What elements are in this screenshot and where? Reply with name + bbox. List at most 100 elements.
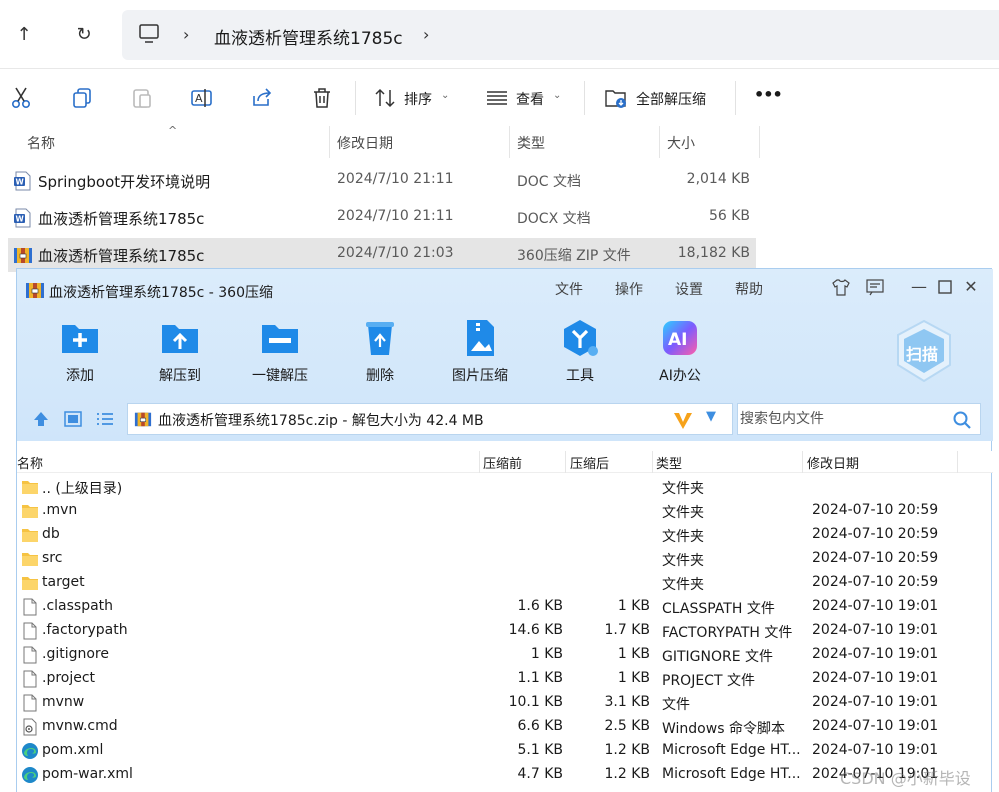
column-size[interactable]: 大小 bbox=[667, 133, 695, 153]
recycle-bin-icon bbox=[366, 322, 394, 355]
image-compress-button[interactable]: 图片压缩 bbox=[430, 317, 530, 387]
menu-help[interactable]: 帮助 bbox=[735, 279, 763, 299]
v-logo-icon[interactable] bbox=[672, 410, 694, 430]
entry-name: .classpath bbox=[42, 598, 114, 614]
extract-to-button[interactable]: 解压到 bbox=[130, 317, 230, 387]
column-name[interactable]: 名称 bbox=[27, 133, 55, 153]
search-input[interactable] bbox=[740, 408, 940, 430]
cut-icon[interactable] bbox=[10, 86, 34, 110]
menu-operation[interactable]: 操作 bbox=[615, 279, 643, 299]
entry-type: 文件夹 bbox=[662, 529, 704, 545]
menu-file[interactable]: 文件 bbox=[555, 279, 583, 299]
column-divider[interactable] bbox=[652, 451, 653, 473]
refresh-icon[interactable]: ↻ bbox=[73, 24, 95, 46]
entry-type: Microsoft Edge HT... bbox=[662, 766, 801, 782]
delete-icon[interactable] bbox=[310, 86, 334, 110]
sort-icon[interactable] bbox=[373, 86, 397, 110]
sort-button[interactable]: 排序 bbox=[404, 89, 432, 109]
column-modified[interactable]: 修改日期 bbox=[337, 133, 393, 153]
menu-settings[interactable]: 设置 bbox=[675, 279, 703, 299]
column-type[interactable]: 类型 bbox=[517, 133, 545, 153]
folder-icon bbox=[22, 577, 38, 590]
column-compressed[interactable]: 压缩后 bbox=[570, 453, 609, 472]
column-divider[interactable] bbox=[957, 451, 958, 473]
up-level-icon[interactable] bbox=[31, 409, 51, 429]
toolbar-divider bbox=[735, 81, 736, 115]
list-view-icon[interactable] bbox=[95, 409, 115, 429]
zip-list-row[interactable]: db 文件夹 2024-07-10 20:59 bbox=[17, 523, 993, 547]
skin-shirt-icon[interactable] bbox=[831, 277, 851, 297]
paste-icon[interactable] bbox=[130, 86, 154, 110]
zip-list-row[interactable]: .factorypath 14.6 KB 1.7 KB FACTORYPATH 文件 2… bbox=[17, 619, 993, 643]
zip-list-row[interactable]: target 文件夹 2024-07-10 20:59 bbox=[17, 571, 993, 595]
scan-button[interactable]: 扫描 bbox=[893, 317, 955, 387]
tool-label: 图片压缩 bbox=[452, 368, 508, 384]
add-button[interactable]: 添加 bbox=[30, 317, 130, 387]
zip-list-row[interactable]: mvnw.cmd 6.6 KB 2.5 KB Windows 命令脚本 2024-07-… bbox=[17, 715, 993, 739]
zip-list-row[interactable]: pom.xml 5.1 KB 1.2 KB Microsoft Edge HT... 2… bbox=[17, 739, 993, 763]
breadcrumb-folder[interactable]: 血液透析管理系统1785c bbox=[214, 24, 403, 49]
column-packed[interactable]: 压缩前 bbox=[483, 453, 522, 472]
zip-list-row[interactable]: .project 1.1 KB 1 KB PROJECT 文件 2024-07-10 1… bbox=[17, 667, 993, 691]
chevron-right-icon[interactable]: › bbox=[183, 25, 189, 44]
tool-label: 删除 bbox=[366, 368, 394, 384]
column-divider[interactable] bbox=[329, 126, 330, 158]
file-modified: 2024/7/10 21:11 bbox=[337, 171, 454, 187]
entry-packed-size: 6.6 KB bbox=[517, 718, 564, 734]
column-modified[interactable]: 修改日期 bbox=[807, 453, 859, 472]
toolbar-divider bbox=[355, 81, 356, 115]
thumbnail-view-icon[interactable] bbox=[63, 409, 83, 429]
toolbar-divider bbox=[584, 81, 585, 115]
one-click-extract-button[interactable]: 一键解压 bbox=[230, 317, 330, 387]
minimize-icon[interactable]: — bbox=[909, 277, 929, 297]
zip-list-row[interactable]: .. (上级目录) 文件夹 bbox=[17, 475, 993, 499]
feedback-icon[interactable] bbox=[865, 277, 885, 297]
file-row[interactable]: W Springboot开发环境说明 2024/7/10 21:11 DOC 文… bbox=[8, 164, 756, 198]
rename-icon[interactable]: A bbox=[190, 86, 214, 110]
entry-name: src bbox=[42, 550, 63, 566]
column-divider[interactable] bbox=[802, 451, 803, 473]
column-divider[interactable] bbox=[479, 451, 480, 473]
maximize-icon[interactable] bbox=[935, 277, 955, 297]
extract-all-button[interactable]: 全部解压缩 bbox=[636, 89, 706, 109]
delete-button[interactable]: 删除 bbox=[330, 317, 430, 387]
up-arrow-icon[interactable]: ↑ bbox=[13, 24, 35, 46]
archive-path-box[interactable]: 血液透析管理系统1785c.zip - 解包大小为 42.4 MB ▼ bbox=[127, 403, 733, 435]
chevron-down-icon[interactable]: ⌄ bbox=[441, 90, 449, 101]
file-row[interactable]: W 血液透析管理系统1785c 2024/7/10 21:11 DOCX 文档 … bbox=[8, 201, 756, 235]
view-icon[interactable] bbox=[485, 86, 509, 110]
zip-list-row[interactable]: .mvn 文件夹 2024-07-10 20:59 bbox=[17, 499, 993, 523]
zip-list-row[interactable]: src 文件夹 2024-07-10 20:59 bbox=[17, 547, 993, 571]
file-row-selected[interactable]: 血液透析管理系统1785c 2024/7/10 21:03 360压缩 ZIP … bbox=[8, 238, 756, 272]
tools-button[interactable]: 工具 bbox=[530, 317, 630, 387]
column-divider[interactable] bbox=[509, 126, 510, 158]
search-icon[interactable] bbox=[952, 410, 972, 430]
entry-modified: 2024-07-10 19:01 bbox=[812, 622, 939, 638]
zip-list-row[interactable]: .classpath 1.6 KB 1 KB CLASSPATH 文件 2024-07-… bbox=[17, 595, 993, 619]
folder-icon bbox=[22, 505, 38, 518]
extract-folder-icon[interactable] bbox=[604, 86, 628, 110]
more-options-button[interactable]: ••• bbox=[754, 85, 783, 104]
sort-ascending-icon: ^ bbox=[168, 124, 178, 137]
search-box[interactable] bbox=[737, 403, 981, 435]
entry-compressed-size: 2.5 KB bbox=[604, 718, 651, 734]
view-button[interactable]: 查看 bbox=[516, 89, 544, 109]
column-name[interactable]: 名称 bbox=[17, 453, 43, 472]
chevron-down-icon[interactable]: ⌄ bbox=[553, 90, 561, 101]
column-divider[interactable] bbox=[759, 126, 760, 158]
path-dropdown-icon[interactable]: ▼ bbox=[706, 409, 716, 424]
zip-window-title: 血液透析管理系统1785c - 360压缩 bbox=[49, 285, 273, 301]
copy-icon[interactable] bbox=[70, 86, 94, 110]
add-folder-icon bbox=[62, 325, 98, 353]
edge-browser-icon bbox=[22, 743, 38, 759]
column-divider[interactable] bbox=[659, 126, 660, 158]
zip-list-row[interactable]: mvnw 10.1 KB 3.1 KB 文件 2024-07-10 19:01 bbox=[17, 691, 993, 715]
share-icon[interactable] bbox=[250, 86, 274, 110]
zip-list-row[interactable]: .gitignore 1 KB 1 KB GITIGNORE 文件 2024-07-10… bbox=[17, 643, 993, 667]
column-type[interactable]: 类型 bbox=[656, 453, 682, 472]
column-divider[interactable] bbox=[565, 451, 566, 473]
ai-office-button[interactable]: AI AI办公 bbox=[630, 317, 730, 387]
close-icon[interactable]: ✕ bbox=[961, 277, 981, 297]
chevron-right-icon[interactable]: › bbox=[423, 25, 429, 44]
file-icon bbox=[23, 622, 37, 640]
